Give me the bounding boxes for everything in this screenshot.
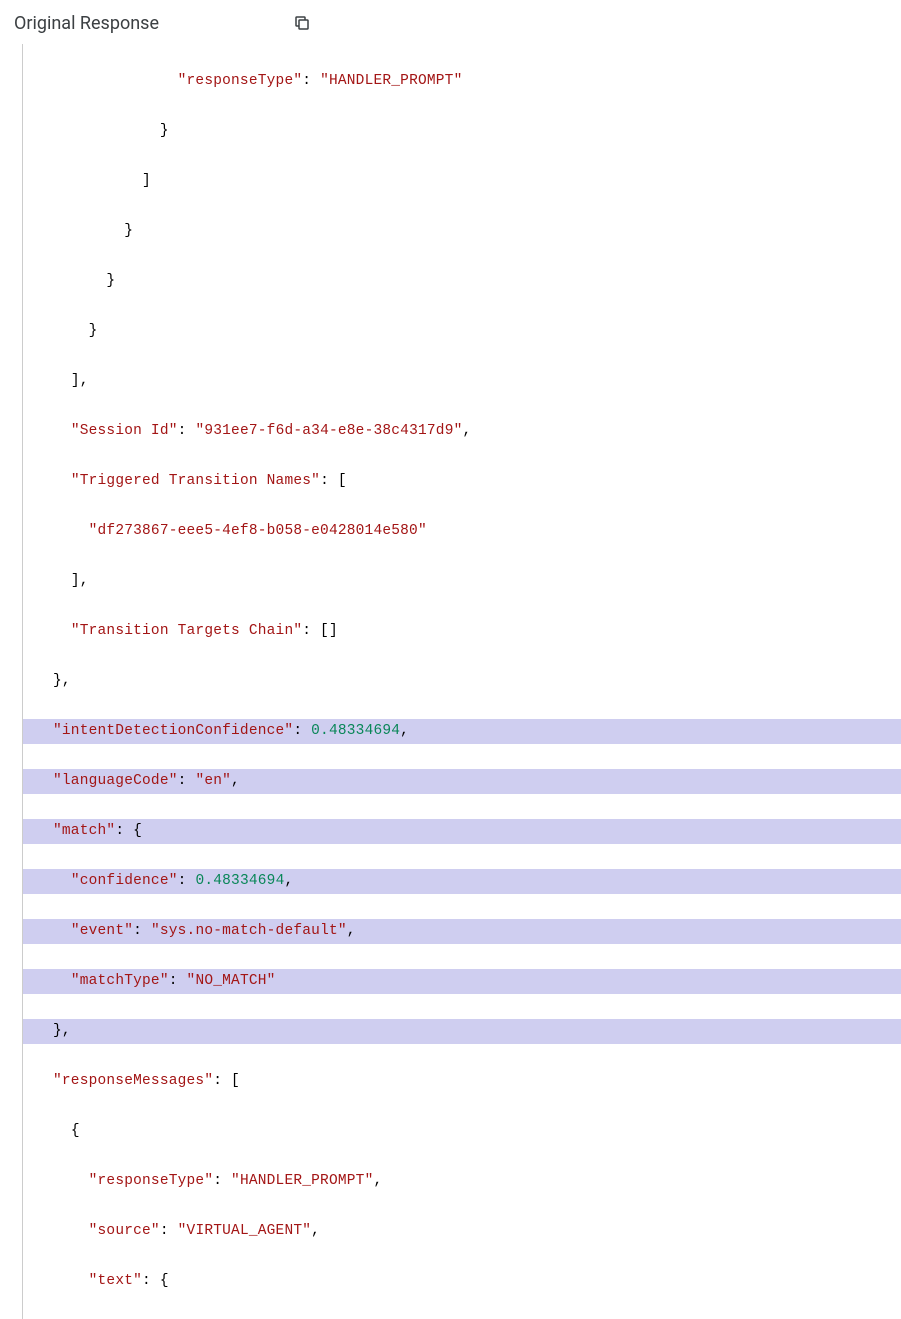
panel-title: Original Response [14,13,159,34]
json-key: "matchType" [71,973,169,989]
highlighted-line: "match": { [23,819,901,844]
json-key: "text" [89,1273,142,1289]
json-key: "languageCode" [53,773,178,789]
highlighted-line: "confidence": 0.48334694, [23,869,901,894]
json-key: "event" [71,923,133,939]
highlighted-line: }, [23,1019,901,1044]
json-key: "Triggered Transition Names" [71,473,320,489]
json-value: "VIRTUAL_AGENT" [178,1223,312,1239]
json-response-block[interactable]: "responseType": "HANDLER_PROMPT" } ] } }… [22,44,901,1319]
copy-icon [293,14,311,32]
json-value: "931ee7-f6d-a34-e8e-38c4317d9" [195,423,462,439]
json-value: "NO_MATCH" [187,973,276,989]
json-key: "match" [53,823,115,839]
json-value: 0.48334694 [195,873,284,889]
json-key: "responseType" [89,1173,214,1189]
json-value: "HANDLER_PROMPT" [320,73,462,89]
json-key: "confidence" [71,873,178,889]
json-key: "intentDetectionConfidence" [53,723,293,739]
json-key: "responseMessages" [53,1073,213,1089]
json-key: "responseType" [178,73,303,89]
json-value: 0.48334694 [311,723,400,739]
highlighted-line: "languageCode": "en", [23,769,901,794]
json-value: "df273867-eee5-4ef8-b058-e0428014e580" [89,523,427,539]
json-key: "source" [89,1223,160,1239]
json-value: "en" [195,773,231,789]
json-value: "HANDLER_PROMPT" [231,1173,373,1189]
highlighted-line: "intentDetectionConfidence": 0.48334694, [23,719,901,744]
highlighted-line: "matchType": "NO_MATCH" [23,969,901,994]
copy-button[interactable] [289,10,315,36]
json-key: "Transition Targets Chain" [71,623,302,639]
highlighted-line: "event": "sys.no-match-default", [23,919,901,944]
panel-header: Original Response [0,0,901,44]
json-key: "Session Id" [71,423,178,439]
json-value: "sys.no-match-default" [151,923,347,939]
